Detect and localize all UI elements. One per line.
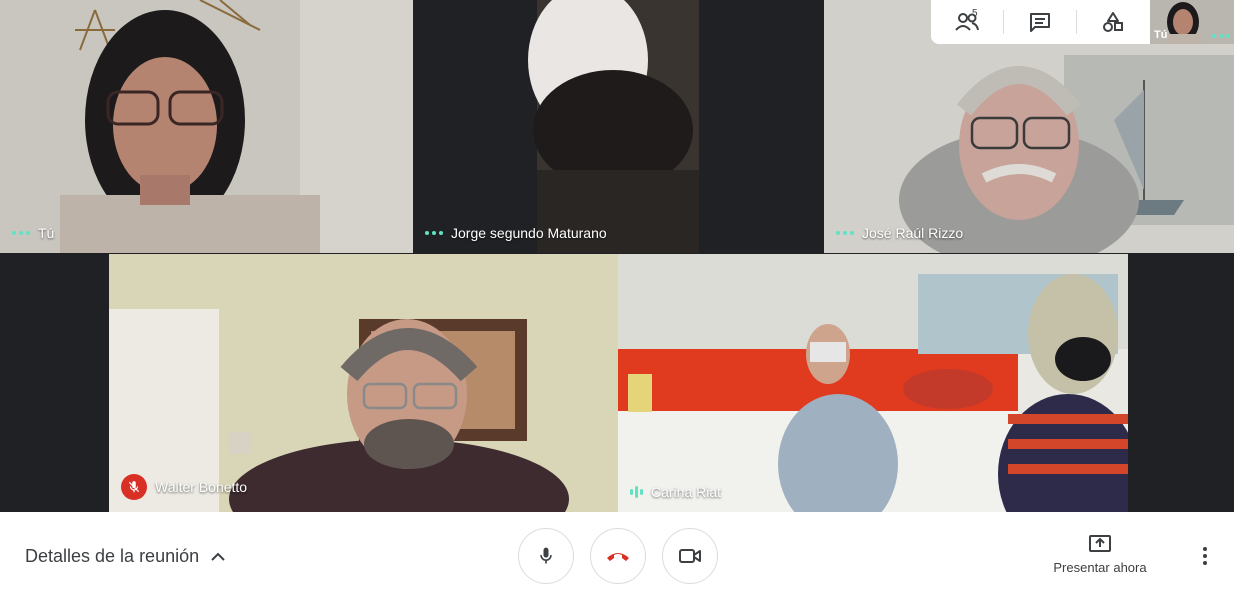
participant-tile-carina[interactable]: Carina Riat — [618, 254, 1128, 512]
microphone-button[interactable] — [518, 528, 574, 584]
present-screen-icon — [1089, 535, 1111, 552]
video-feed-carina — [618, 254, 1128, 512]
participant-tile-walter[interactable]: Walter Bonetto — [109, 254, 618, 512]
participant-tile-jorge[interactable]: Jorge segundo Maturano — [413, 0, 824, 253]
meeting-details-label: Detalles de la reunión — [25, 546, 200, 566]
participant-name-label: Carina Riat — [630, 484, 721, 500]
camera-button[interactable] — [662, 528, 718, 584]
video-feed-jorge — [413, 0, 824, 253]
hang-up-icon — [607, 553, 629, 561]
video-feed-self — [0, 0, 413, 253]
chevron-up-icon — [211, 552, 225, 561]
hang-up-button[interactable] — [590, 528, 646, 584]
video-grid: Tú Jorge segundo Maturano José Raúl Rizz… — [0, 0, 1234, 512]
top-controls-panel: 5 Tú — [931, 0, 1234, 44]
participant-name: José Raúl Rizzo — [862, 225, 964, 241]
speaking-indicator-icon — [12, 231, 30, 235]
chat-icon — [1030, 13, 1050, 32]
present-now-label: Presentar ahora — [1053, 560, 1147, 575]
meeting-details-button[interactable]: Detalles de la reunión — [25, 546, 225, 567]
people-count-badge: 5 — [972, 8, 978, 19]
participant-name: Jorge segundo Maturano — [451, 225, 607, 241]
more-options-button[interactable] — [1196, 542, 1214, 570]
participant-name-label: Walter Bonetto — [121, 474, 247, 500]
camera-icon — [679, 549, 701, 563]
chat-button[interactable] — [1004, 0, 1076, 44]
participant-name: Tú — [38, 225, 55, 241]
bottom-control-bar: Detalles de la reunión Presentar ahora — [0, 512, 1234, 600]
participant-name: Walter Bonetto — [155, 479, 248, 495]
activities-button[interactable] — [1077, 0, 1149, 44]
mic-off-icon — [121, 474, 147, 500]
self-speaking-indicator-icon — [1212, 34, 1230, 38]
activities-icon — [1103, 12, 1123, 32]
speaking-indicator-icon — [425, 231, 443, 235]
present-now-button[interactable]: Presentar ahora — [1052, 534, 1148, 575]
microphone-icon — [540, 547, 552, 564]
speaking-indicator-icon — [836, 231, 854, 235]
more-vert-icon — [1203, 547, 1207, 551]
participant-tile-self[interactable]: Tú — [0, 0, 413, 253]
audio-level-icon — [630, 485, 643, 499]
participant-name-label: Jorge segundo Maturano — [425, 225, 607, 241]
self-view-thumbnail[interactable]: Tú — [1150, 0, 1234, 44]
self-view-label: Tú — [1154, 29, 1168, 41]
people-button[interactable]: 5 — [931, 0, 1003, 44]
participant-name-label: Tú — [12, 225, 54, 241]
participant-name-label: José Raúl Rizzo — [836, 225, 963, 241]
participant-name: Carina Riat — [651, 484, 722, 500]
